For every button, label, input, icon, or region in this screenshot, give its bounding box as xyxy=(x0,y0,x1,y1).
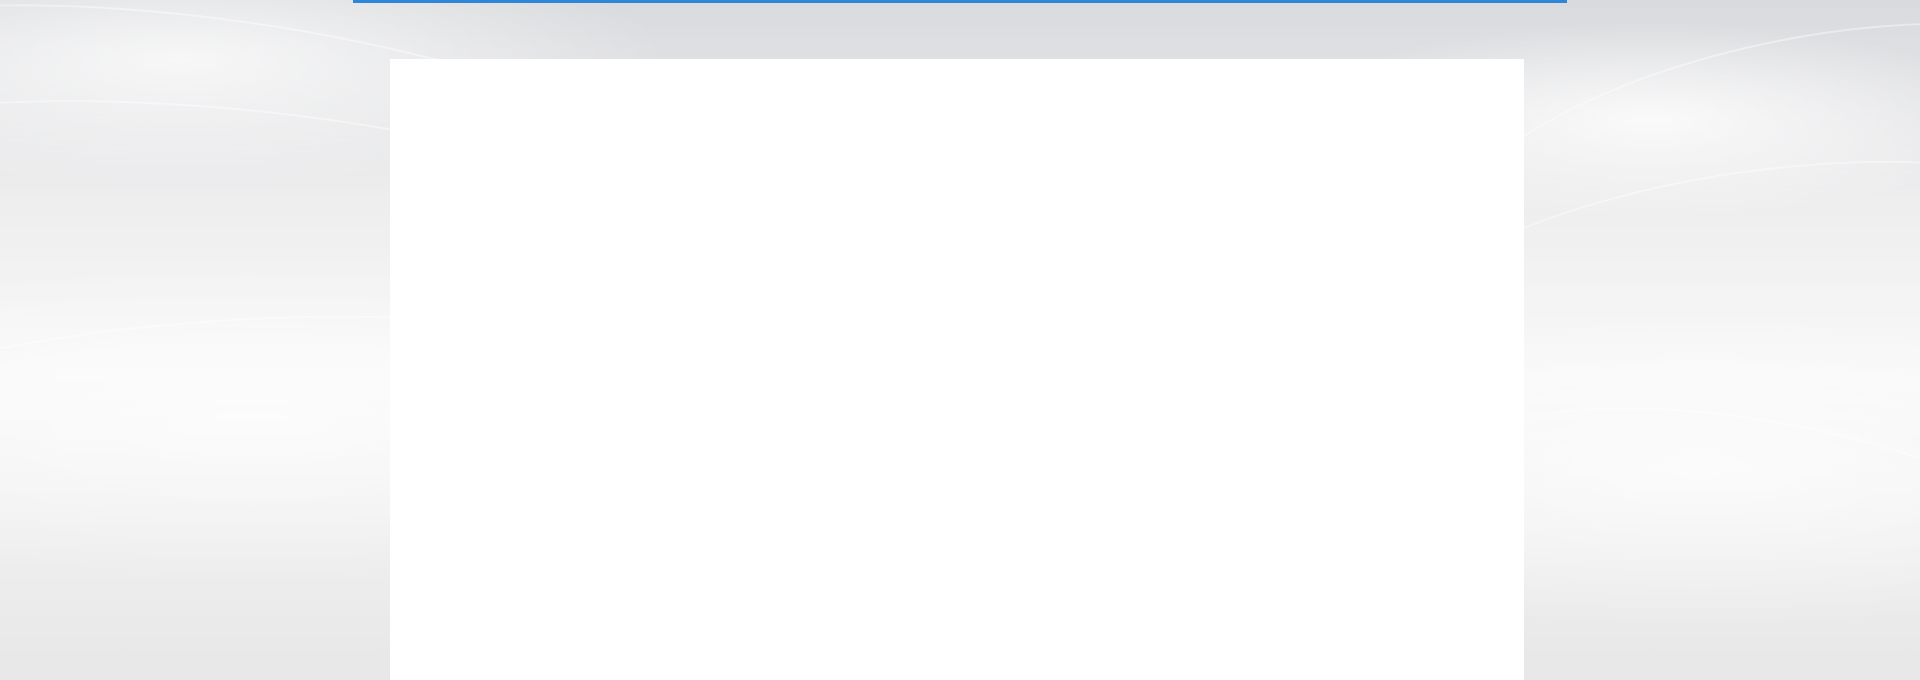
top-accent-rule xyxy=(353,0,1567,3)
content-panel xyxy=(390,59,1524,680)
